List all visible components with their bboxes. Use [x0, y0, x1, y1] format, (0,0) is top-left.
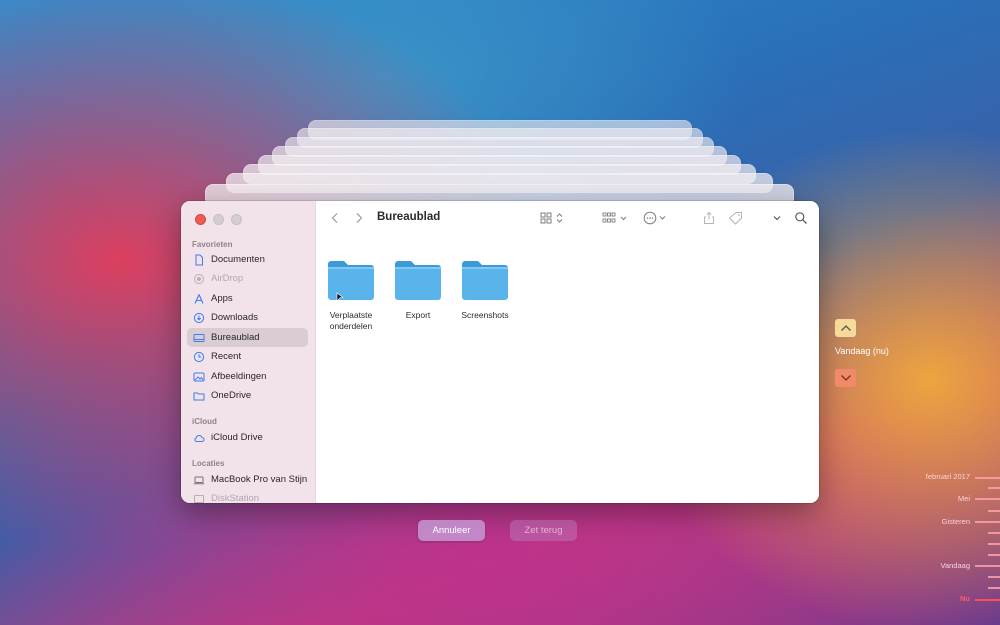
sidebar-item-documenten[interactable]: Documenten [187, 250, 308, 269]
folder-item[interactable]: Verplaatste onderdelen [318, 258, 384, 332]
sidebar-item-label: Bureaublad [211, 332, 260, 343]
timeline-label: Vandaag [940, 561, 970, 570]
window-controls [195, 214, 242, 225]
close-button[interactable] [195, 214, 206, 225]
timeline-label-now: Nu [960, 594, 970, 603]
chevron-left-icon [331, 213, 338, 223]
timeline-tick-now[interactable] [975, 599, 1000, 601]
desktop-icon [193, 332, 205, 344]
minimize-button[interactable] [213, 214, 224, 225]
backup-timeline[interactable]: februari 2017 Mei Gisteren Vandaag Nu [900, 470, 1000, 620]
timeline-tick[interactable] [975, 521, 1000, 523]
sidebar-item-label: OneDrive [211, 390, 252, 401]
timeline-tick[interactable] [975, 477, 1000, 479]
chevron-up-icon [840, 325, 851, 331]
clock-icon [193, 351, 205, 363]
forward-button[interactable] [354, 212, 364, 224]
mouse-cursor-icon [336, 292, 344, 302]
sidebar-item-label: DiskStation [211, 493, 260, 503]
search-button[interactable] [794, 211, 808, 225]
sidebar-item-diskstation[interactable]: DiskStation [187, 489, 308, 503]
ellipsis-circle-icon [643, 211, 666, 225]
sidebar-item-label: AirDrop [211, 273, 244, 284]
finder-window: Favorieten Documenten AirDrop Apps Downl… [181, 201, 819, 503]
action-button[interactable] [643, 211, 669, 225]
share-icon [704, 211, 714, 224]
folder-label: Verplaatste onderdelen [329, 310, 373, 331]
sidebar-item-label: Documenten [211, 254, 265, 265]
sidebar-item-afbeeldingen[interactable]: Afbeeldingen [187, 367, 308, 386]
timeline-tick[interactable] [988, 576, 1000, 578]
server-icon [193, 493, 205, 504]
folder-label: Export [405, 310, 431, 320]
timeline-tick[interactable] [988, 543, 1000, 545]
sidebar-item-icloud-drive[interactable]: iCloud Drive [187, 428, 308, 447]
airdrop-icon [193, 273, 205, 285]
timeline-tick[interactable] [975, 498, 1000, 500]
sidebar-item-onedrive[interactable]: OneDrive [187, 386, 308, 405]
sidebar-section-locations: Locaties [192, 459, 225, 468]
laptop-icon [193, 474, 205, 486]
timeline-label: Mei [957, 494, 970, 503]
sidebar-item-downloads[interactable]: Downloads [187, 308, 308, 327]
group-icon [602, 212, 627, 223]
finder-content: Bureaublad Verplaatste onderdelen Export… [316, 201, 819, 503]
sidebar-item-macbook[interactable]: MacBook Pro van Stijn [187, 470, 308, 489]
sidebar-item-label: MacBook Pro van Stijn [211, 474, 308, 485]
share-button[interactable] [702, 211, 716, 225]
timeline-label: Gisteren [941, 517, 970, 526]
group-button[interactable] [602, 212, 630, 224]
newer-backup-button[interactable] [835, 369, 856, 387]
grid-view-icon [540, 212, 563, 224]
chevron-right-icon [356, 213, 363, 223]
chevron-down-icon [773, 216, 781, 221]
sidebar-item-airdrop[interactable]: AirDrop [187, 269, 308, 288]
current-backup-label: Vandaag (nu) [835, 346, 889, 356]
timeline-tick[interactable] [988, 554, 1000, 556]
view-mode-button[interactable] [540, 212, 566, 224]
timeline-tick[interactable] [988, 587, 1000, 589]
sidebar-item-label: Afbeeldingen [211, 371, 267, 382]
restore-button[interactable]: Zet terug [510, 520, 577, 541]
sidebar-item-apps[interactable]: Apps [187, 289, 308, 308]
more-toolbar-button[interactable] [772, 213, 782, 223]
timeline-tick[interactable] [988, 510, 1000, 512]
tag-icon [728, 212, 742, 225]
folder-icon [193, 390, 205, 402]
photos-icon [193, 371, 205, 383]
timeline-tick[interactable] [988, 532, 1000, 534]
sidebar-section-icloud: iCloud [192, 417, 217, 426]
document-icon [193, 254, 205, 266]
downloads-icon [193, 312, 205, 324]
sidebar-section-favorites: Favorieten [192, 240, 233, 249]
sidebar-item-label: Apps [211, 293, 233, 304]
folder-item[interactable]: Export [385, 258, 451, 321]
window-title: Bureaublad [377, 211, 441, 223]
timeline-label: februari 2017 [925, 472, 970, 481]
older-backup-button[interactable] [835, 319, 856, 337]
timeline-tick[interactable] [975, 565, 1000, 567]
sidebar-item-recent[interactable]: Recent [187, 347, 308, 366]
sidebar-item-label: Recent [211, 351, 242, 362]
folder-icon [460, 258, 510, 302]
back-button[interactable] [330, 212, 340, 224]
apps-icon [193, 293, 205, 305]
sidebar-item-label: Downloads [211, 312, 258, 323]
sidebar-item-bureaublad[interactable]: Bureaublad [187, 328, 308, 347]
tag-button[interactable] [728, 211, 744, 225]
cancel-button[interactable]: Annuleer [418, 520, 485, 541]
cloud-icon [193, 432, 205, 444]
folder-icon [393, 258, 443, 302]
sidebar-item-label: iCloud Drive [211, 432, 263, 443]
zoom-button[interactable] [231, 214, 242, 225]
folder-label: Screenshots [461, 310, 509, 320]
sidebar: Favorieten Documenten AirDrop Apps Downl… [181, 201, 316, 503]
search-icon [795, 212, 807, 224]
chevron-down-icon [840, 375, 851, 381]
timeline-tick[interactable] [988, 487, 1000, 489]
folder-item[interactable]: Screenshots [452, 258, 518, 321]
folder-icon [326, 258, 376, 302]
